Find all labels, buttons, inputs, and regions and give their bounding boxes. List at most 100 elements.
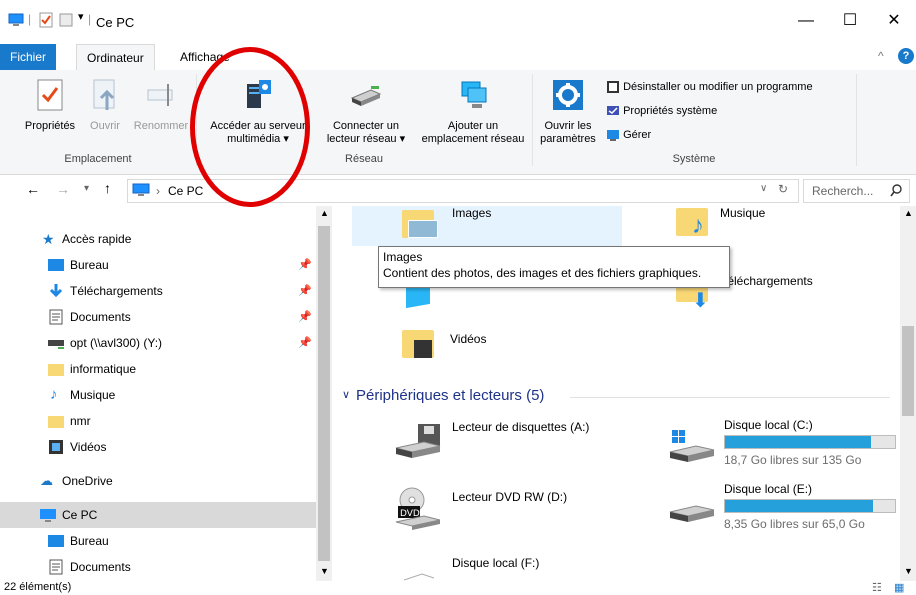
details-view-icon[interactable]: ☷: [872, 581, 882, 594]
search-icon[interactable]: [890, 184, 903, 197]
drive-e-usage-fill: [725, 500, 873, 512]
drive-tile-e[interactable]: Disque local (E:) 8,35 Go libres sur 65,…: [666, 482, 896, 536]
folder-tile-musique[interactable]: ♪ Musique: [670, 206, 890, 246]
manage-icon: [607, 130, 619, 141]
scroll-up-icon[interactable]: ▲: [904, 208, 913, 218]
system-properties-button[interactable]: Propriétés système: [606, 104, 717, 118]
windows-drive-icon: [669, 430, 715, 462]
folder-icon: [48, 364, 64, 376]
system-properties-label: Propriétés système: [623, 104, 718, 117]
scroll-up-icon[interactable]: ▲: [320, 208, 329, 218]
nav-item-ce-pc[interactable]: Ce PC: [0, 502, 316, 528]
system-properties-icon: [607, 106, 619, 115]
title-bar: | ▾ | Ce PC — ☐ ✕: [0, 0, 916, 44]
search-box[interactable]: Recherch...: [803, 179, 910, 203]
pin-icon[interactable]: 📌: [298, 330, 312, 356]
pin-icon[interactable]: 📌: [298, 278, 312, 304]
drive-c-usage-fill: [725, 436, 872, 448]
nav-item-bureau-2[interactable]: Bureau: [0, 528, 316, 554]
pin-icon[interactable]: 📌: [298, 304, 312, 330]
local-drive-icon: [669, 505, 715, 522]
breadcrumb-chevron-icon[interactable]: ›: [156, 184, 160, 198]
recent-locations-chevron-icon[interactable]: ▾: [84, 183, 89, 194]
navigation-pane: ★ Accès rapide Bureau 📌 Téléchargements …: [0, 206, 330, 581]
nav-item-network-drive-y[interactable]: opt (\\avl300) (Y:) 📌: [0, 330, 316, 356]
nav-scrollbar[interactable]: ▲ ▼: [316, 206, 332, 581]
devices-section-title: Périphériques et lecteurs (5): [356, 387, 545, 404]
add-network-location-button[interactable]: Ajouter un emplacement réseau: [418, 78, 528, 146]
window-title: Ce PC: [96, 15, 135, 30]
nav-item-videos[interactable]: Vidéos: [0, 434, 316, 460]
breadcrumb[interactable]: Ce PC: [168, 184, 203, 198]
rename-icon: [147, 84, 173, 106]
content-scrollbar[interactable]: ▲ ▼: [900, 206, 916, 581]
settings-label-1: Ouvrir les: [544, 120, 592, 132]
scroll-down-icon[interactable]: ▼: [320, 566, 329, 576]
forward-arrow-icon[interactable]: →: [56, 181, 70, 197]
nav-item-downloads[interactable]: Téléchargements 📌: [0, 278, 316, 304]
refresh-icon[interactable]: ↻: [778, 182, 788, 196]
group-separator: [856, 74, 857, 166]
open-settings-button[interactable]: Ouvrir les paramètres: [536, 78, 600, 146]
manage-button[interactable]: Gérer: [606, 128, 651, 142]
drive-tile-a[interactable]: Lecteur de disquettes (A:): [390, 420, 650, 468]
film-icon: [49, 440, 63, 454]
status-bar: 22 élément(s) ☷ ▦: [0, 581, 916, 595]
nav-item-quick-access[interactable]: ★ Accès rapide: [0, 226, 316, 252]
nav-item-documents[interactable]: Documents 📌: [0, 304, 316, 330]
nav-item-nmr[interactable]: nmr: [0, 408, 316, 434]
nav-item-bureau[interactable]: Bureau 📌: [0, 252, 316, 278]
nav-item-onedrive[interactable]: ☁ OneDrive: [0, 468, 316, 494]
help-icon[interactable]: ?: [898, 48, 914, 64]
open-button[interactable]: Ouvrir: [84, 78, 126, 133]
tiles-view-icon[interactable]: ▦: [894, 581, 904, 594]
close-button[interactable]: ✕: [872, 6, 916, 36]
open-label: Ouvrir: [90, 120, 120, 132]
map-drive-label-2: lecteur réseau ▾: [326, 133, 406, 145]
tooltip: Images Contient des photos, des images e…: [378, 246, 730, 288]
network-drive-icon: [350, 86, 382, 106]
nav-item-musique[interactable]: ♪ Musique: [0, 382, 316, 408]
drive-tile-f[interactable]: Disque local (F:): [390, 554, 650, 581]
quick-access-dropdown[interactable]: ▾: [78, 10, 84, 23]
up-arrow-icon[interactable]: ↑: [104, 180, 111, 196]
music-note-icon: ♪: [50, 386, 58, 403]
new-folder-quick-icon[interactable]: [58, 12, 74, 28]
uninstall-program-button[interactable]: Désinstaller ou modifier un programme: [606, 80, 813, 94]
document-icon: [49, 309, 63, 325]
drive-tile-c[interactable]: Disque local (C:) 18,7 Go libres sur 135…: [666, 418, 896, 472]
nav-item-informatique[interactable]: informatique: [0, 356, 316, 382]
section-collapse-chevron-icon[interactable]: ∨: [342, 388, 350, 401]
devices-section-header[interactable]: ∨ Périphériques et lecteurs (5): [340, 386, 900, 408]
folder-tile-videos[interactable]: Vidéos: [380, 326, 600, 370]
maximize-button[interactable]: ☐: [828, 6, 872, 36]
collapse-ribbon-icon[interactable]: ^: [878, 49, 884, 63]
folder-icon: [48, 416, 64, 428]
minimize-button[interactable]: —: [784, 6, 828, 36]
drive-tile-d[interactable]: DVD Lecteur DVD RW (D:): [390, 486, 650, 536]
map-network-drive-button[interactable]: Connecter un lecteur réseau ▾: [316, 78, 416, 146]
folder-tile-images[interactable]: Images: [352, 206, 622, 246]
rename-label: Renommer: [133, 120, 189, 132]
pin-icon[interactable]: 📌: [298, 252, 312, 278]
rename-button[interactable]: Renommer: [130, 78, 192, 133]
drive-e-free-space: 8,35 Go libres sur 65,0 Go: [724, 517, 865, 531]
search-input[interactable]: Recherch...: [812, 184, 873, 198]
tooltip-body: Contient des photos, des images et des f…: [383, 266, 702, 280]
content-scroll-thumb[interactable]: [902, 326, 914, 416]
nav-scroll-thumb[interactable]: [318, 226, 330, 561]
add-location-label-1: Ajouter un: [447, 120, 499, 132]
properties-quick-icon[interactable]: [38, 12, 54, 28]
scroll-down-icon[interactable]: ▼: [904, 566, 913, 576]
address-dropdown-chevron-icon[interactable]: ∨: [760, 183, 767, 194]
local-drive-icon: [404, 573, 434, 581]
tab-fichier[interactable]: Fichier: [0, 44, 57, 70]
nav-item-documents-2[interactable]: Documents: [0, 554, 316, 580]
dvd-drive-icon: DVD: [395, 487, 441, 530]
desktop-icon: [48, 259, 64, 271]
back-arrow-icon[interactable]: ←: [26, 181, 40, 197]
uninstall-label: Désinstaller ou modifier un programme: [623, 80, 813, 93]
drive-c-free-space: 18,7 Go libres sur 135 Go: [724, 453, 862, 467]
properties-button[interactable]: Propriétés: [22, 78, 78, 133]
tab-ordinateur[interactable]: Ordinateur: [76, 44, 155, 71]
